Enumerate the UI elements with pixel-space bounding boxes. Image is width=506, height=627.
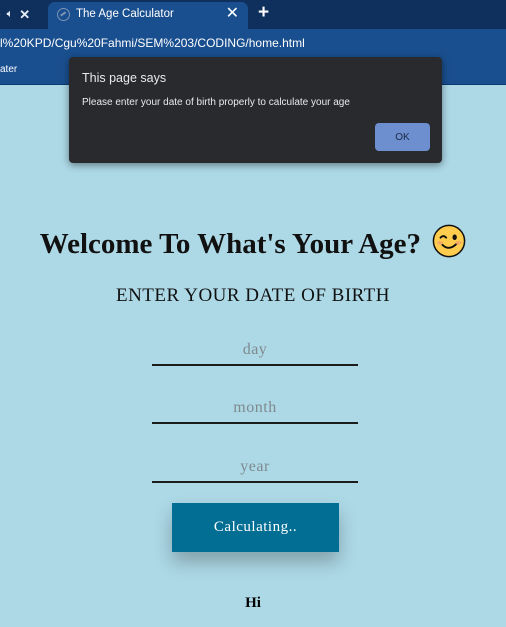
page-title-text: Welcome To What's Your Age? xyxy=(39,228,422,260)
active-tab[interactable]: The Age Calculator ✕ xyxy=(48,2,248,29)
alert-dialog: This page says Please enter your date of… xyxy=(69,57,442,163)
mute-icon[interactable]: 🔈︎ xyxy=(7,8,14,21)
tab-strip: › 🔈︎ ✕ The Age Calculator ✕ + xyxy=(0,0,506,29)
year-input[interactable] xyxy=(152,453,358,483)
close-icon[interactable]: ✕ xyxy=(19,7,30,23)
day-input[interactable] xyxy=(152,336,358,366)
dialog-title: This page says xyxy=(82,71,167,85)
new-tab-icon[interactable]: + xyxy=(258,3,269,23)
month-input[interactable] xyxy=(152,394,358,424)
result-text: Hi xyxy=(245,595,261,611)
close-icon[interactable]: ✕ xyxy=(226,5,239,23)
page-title: Welcome To What's Your Age? xyxy=(0,224,506,261)
tab-overflow-icon[interactable]: › xyxy=(0,9,1,21)
form-subtitle: ENTER YOUR DATE OF BIRTH xyxy=(115,285,391,306)
tab-title: The Age Calculator xyxy=(76,8,174,20)
bookmark-item[interactable]: ater xyxy=(0,64,17,75)
previous-tab-controls: › 🔈︎ ✕ xyxy=(0,0,46,29)
address-bar[interactable]: l%20KPD/Cgu%20Fahmi/SEM%203/CODING/home.… xyxy=(0,29,506,57)
url-text[interactable]: l%20KPD/Cgu%20Fahmi/SEM%203/CODING/home.… xyxy=(0,36,305,50)
dialog-message: Please enter your date of birth properly… xyxy=(82,97,350,108)
ok-button[interactable]: OK xyxy=(375,123,430,151)
winking-face-icon xyxy=(432,224,466,258)
globe-icon xyxy=(57,8,70,21)
calculate-button[interactable]: Calculating.. xyxy=(172,503,339,552)
